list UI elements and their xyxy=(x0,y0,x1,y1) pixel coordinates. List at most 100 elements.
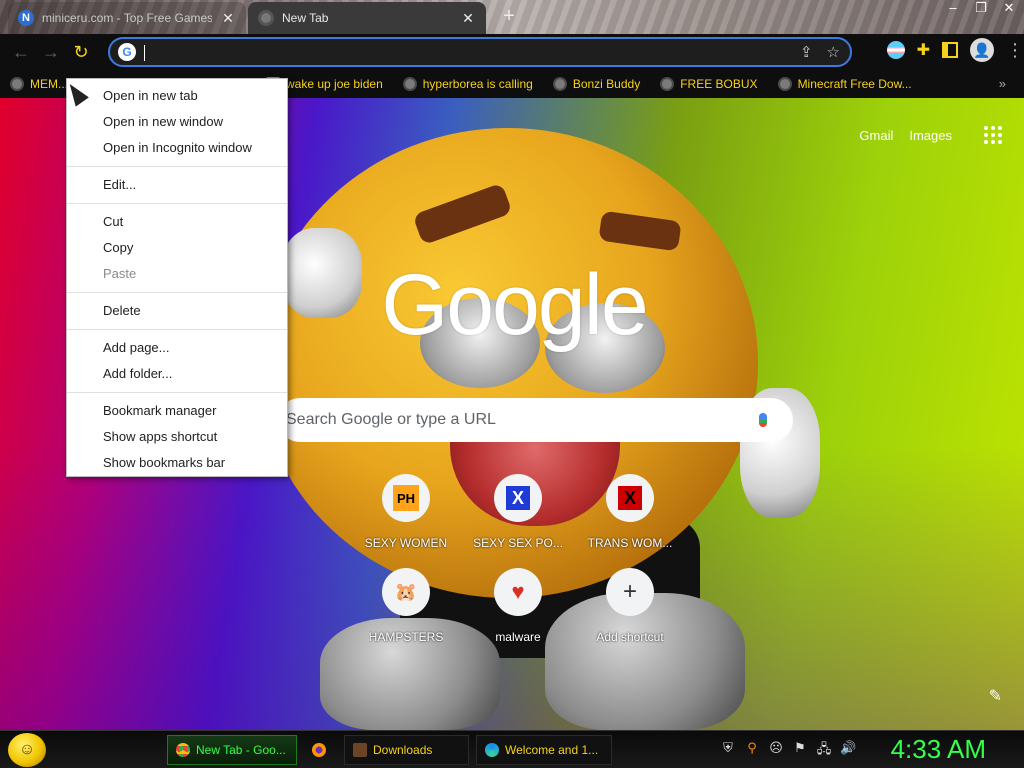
side-panel-icon[interactable] xyxy=(942,42,958,58)
globe-icon xyxy=(660,77,675,91)
tab-strip: N miniceru.com - Top Free Games G... ✕ N… xyxy=(0,0,1024,34)
shortcut-label: malware xyxy=(495,630,541,644)
taskbar-item-firefox[interactable] xyxy=(304,735,338,765)
customize-pencil-icon[interactable]: ✎ xyxy=(989,686,1002,706)
shortcut-label: SEXY SEX PO... xyxy=(473,536,563,550)
menu-separator xyxy=(67,166,287,167)
minimize-button[interactable]: – xyxy=(944,0,962,16)
network-icon[interactable]: 🖧 xyxy=(816,740,832,762)
menu-item-add-folder[interactable]: Add folder... xyxy=(67,361,287,387)
bookmark-star-icon[interactable]: ☆ xyxy=(827,43,840,61)
shortcut-label: TRANS WOM... xyxy=(587,536,673,550)
start-button-smiley-icon[interactable]: ☺ xyxy=(8,733,46,767)
menu-item-paste: Paste xyxy=(103,266,137,281)
text-caret xyxy=(144,45,145,61)
bookmark-item[interactable]: FREE BOBUX xyxy=(652,77,765,91)
window-controls: – ❐ ✕ xyxy=(944,0,1018,16)
menu-item-open-incognito[interactable]: Open in Incognito window xyxy=(67,135,287,161)
taskbar-item-label: New Tab - Goo... xyxy=(196,743,286,757)
bookmark-label: Bonzi Buddy xyxy=(572,77,641,91)
trans-flag-extension-icon[interactable] xyxy=(886,41,905,59)
menu-separator xyxy=(67,203,287,204)
menu-item-show-bookmarks-bar[interactable]: Show bookmarks bar xyxy=(67,450,287,476)
address-bar[interactable]: G ⇪ ☆ xyxy=(108,37,852,67)
add-shortcut-button[interactable]: + Add shortcut xyxy=(574,568,686,644)
menu-item-copy[interactable]: Copy xyxy=(67,235,287,261)
site-favicon-icon: N xyxy=(18,10,34,26)
extensions-icon[interactable]: ✚ xyxy=(917,40,930,60)
gmail-link[interactable]: Gmail xyxy=(859,128,893,143)
menu-item-show-apps-shortcut[interactable]: Show apps shortcut xyxy=(67,424,287,450)
google-apps-icon[interactable] xyxy=(984,126,1002,144)
menu-item-open-new-tab[interactable]: Open in new tab xyxy=(67,83,287,109)
bookmark-item[interactable]: Minecraft Free Dow... xyxy=(770,77,920,91)
share-icon[interactable]: ⇪ xyxy=(800,43,813,61)
taskbar: ☺ New Tab - Goo... Downloads Welcome and… xyxy=(0,730,1024,768)
bookmarks-overflow-button[interactable]: » xyxy=(999,76,1006,91)
maximize-button[interactable]: ❐ xyxy=(972,0,990,16)
address-input[interactable] xyxy=(136,41,800,63)
globe-icon xyxy=(10,77,24,91)
globe-icon xyxy=(777,77,792,91)
shield-icon[interactable]: ⛨ xyxy=(720,740,736,762)
menu-separator xyxy=(67,292,287,293)
reload-button[interactable]: ↻ xyxy=(66,37,96,67)
taskbar-clock[interactable]: 4:33 AM xyxy=(891,734,986,765)
system-tray: ⛨ ⚲ ☹ ⚑ 🖧 🔊 xyxy=(720,740,856,762)
shortcut-tile[interactable]: 🐹 HAMPSTERS xyxy=(350,568,462,644)
globe-icon xyxy=(552,77,567,91)
frown-icon[interactable]: ☹ xyxy=(768,740,784,762)
flag-icon[interactable]: ⚑ xyxy=(792,740,808,762)
shortcut-tile[interactable]: ♥ malware xyxy=(462,568,574,644)
taskbar-item-label: Downloads xyxy=(373,743,433,757)
forward-button[interactable]: → xyxy=(36,37,66,67)
bookmark-label: FREE BOBUX xyxy=(680,77,758,91)
shortcut-tile[interactable]: X SEXY SEX PO... xyxy=(462,474,574,550)
volume-icon[interactable]: 🔊 xyxy=(840,740,856,762)
bookmark-label: MEM... xyxy=(30,77,68,91)
bookmark-item[interactable]: Bonzi Buddy xyxy=(545,77,648,91)
taskbar-item-label: Welcome and 1... xyxy=(505,743,599,757)
search-icon[interactable]: ⚲ xyxy=(744,740,760,762)
taskbar-item-edge[interactable]: Welcome and 1... xyxy=(476,735,612,765)
shortcut-label: Add shortcut xyxy=(596,630,664,644)
menu-item-add-page[interactable]: Add page... xyxy=(67,335,287,361)
bookmark-context-menu: Open in new tab Open in new window Open … xyxy=(66,78,288,477)
close-icon[interactable]: ✕ xyxy=(220,10,236,27)
chrome-favicon-icon xyxy=(258,10,274,26)
search-box[interactable] xyxy=(278,398,793,442)
taskbar-item-downloads[interactable]: Downloads xyxy=(344,735,469,765)
ph-icon: PH xyxy=(393,485,419,511)
search-input[interactable] xyxy=(278,411,753,429)
bookmark-label: wake up joe biden xyxy=(286,77,383,91)
menu-item-delete[interactable]: Delete xyxy=(67,298,287,324)
menu-item-bookmark-manager[interactable]: Bookmark manager xyxy=(67,398,287,424)
profile-avatar-icon[interactable]: 👤 xyxy=(970,38,994,62)
browser-toolbar: ← → ↻ G ⇪ ☆ ✚ 👤 ⋮ xyxy=(0,34,1024,70)
new-tab-button[interactable]: + xyxy=(498,6,520,28)
back-button[interactable]: ← xyxy=(6,37,36,67)
tab-new-tab[interactable]: New Tab ✕ xyxy=(248,2,486,34)
menu-item-cut[interactable]: Cut xyxy=(67,209,287,235)
shortcut-grid: PH SEXY WOMEN X SEXY SEX PO... X TRANS W… xyxy=(350,474,680,644)
tab-miniceru[interactable]: N miniceru.com - Top Free Games G... ✕ xyxy=(8,2,246,34)
edge-icon xyxy=(485,743,499,757)
microphone-icon[interactable] xyxy=(753,410,773,430)
taskbar-item-chrome[interactable]: New Tab - Goo... xyxy=(167,735,297,765)
shortcut-tile[interactable]: PH SEXY WOMEN xyxy=(350,474,462,550)
menu-item-open-new-window[interactable]: Open in new window xyxy=(67,109,287,135)
chrome-icon xyxy=(176,743,190,757)
google-logo: Google xyxy=(381,257,648,353)
menu-separator xyxy=(67,329,287,330)
google-g-icon: G xyxy=(118,43,136,61)
close-window-button[interactable]: ✕ xyxy=(1000,0,1018,16)
images-link[interactable]: Images xyxy=(909,128,952,143)
heart-icon: ♥ xyxy=(511,579,525,604)
tab-title: miniceru.com - Top Free Games G... xyxy=(42,11,212,25)
close-icon[interactable]: ✕ xyxy=(460,10,476,27)
hamster-icon: 🐹 xyxy=(394,581,418,602)
menu-item-edit[interactable]: Edit... xyxy=(67,172,287,198)
shortcut-tile[interactable]: X TRANS WOM... xyxy=(574,474,686,550)
menu-icon[interactable]: ⋮ xyxy=(1006,40,1024,61)
bookmark-item[interactable]: hyperborea is calling xyxy=(395,77,541,91)
